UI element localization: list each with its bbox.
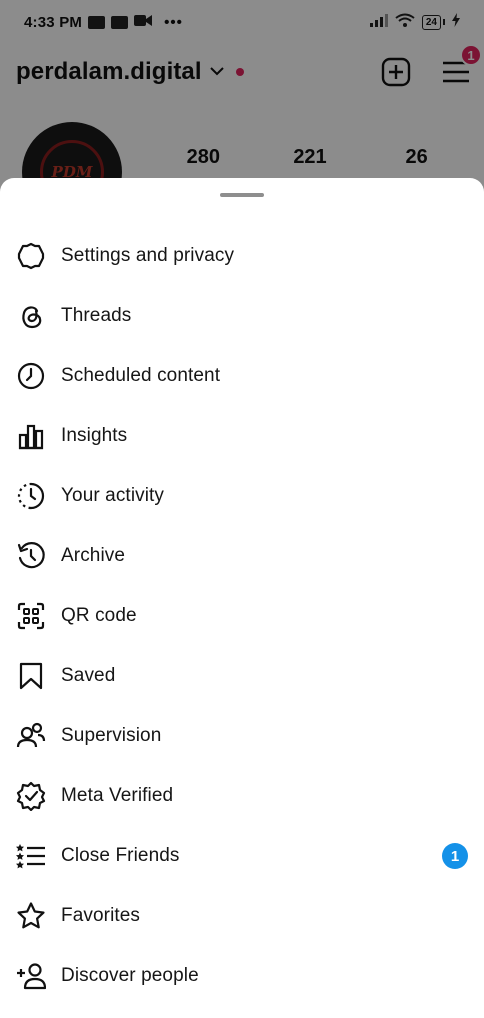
menu-item-label: QR code bbox=[61, 605, 137, 626]
clock-icon bbox=[16, 361, 46, 391]
menu-item-label: Supervision bbox=[61, 725, 162, 746]
menu-item-meta-verified[interactable]: Meta Verified bbox=[0, 766, 484, 826]
menu-item-label: Close Friends bbox=[61, 845, 180, 866]
bar-chart-icon bbox=[16, 421, 46, 451]
menu-item-label: Scheduled content bbox=[61, 365, 221, 386]
menu-item-label: Insights bbox=[61, 425, 128, 446]
menu-item-insights[interactable]: Insights bbox=[0, 406, 484, 466]
close-friends-count-badge: 1 bbox=[442, 843, 468, 869]
menu-list: Settings and privacy Threads Scheduled c… bbox=[0, 226, 484, 1006]
menu-item-label: Discover people bbox=[61, 965, 199, 986]
supervision-icon bbox=[16, 721, 46, 751]
bookmark-icon bbox=[16, 661, 46, 691]
menu-item-label: Meta Verified bbox=[61, 785, 174, 806]
menu-item-your-activity[interactable]: Your activity bbox=[0, 466, 484, 526]
menu-item-label: Threads bbox=[61, 305, 132, 326]
threads-icon bbox=[16, 301, 46, 331]
activity-icon bbox=[16, 481, 46, 511]
menu-item-favorites[interactable]: Favorites bbox=[0, 886, 484, 946]
menu-item-label: Archive bbox=[61, 545, 126, 566]
qr-code-icon bbox=[16, 601, 46, 631]
menu-item-label: Your activity bbox=[61, 485, 165, 506]
settings-icon bbox=[16, 241, 46, 271]
menu-item-archive[interactable]: Archive bbox=[0, 526, 484, 586]
menu-item-settings-and-privacy[interactable]: Settings and privacy bbox=[0, 226, 484, 286]
menu-item-scheduled-content[interactable]: Scheduled content bbox=[0, 346, 484, 406]
menu-item-saved[interactable]: Saved bbox=[0, 646, 484, 706]
star-icon bbox=[16, 901, 46, 931]
archive-icon bbox=[16, 541, 46, 571]
menu-item-discover-people[interactable]: Discover people bbox=[0, 946, 484, 1006]
close-friends-list-icon bbox=[16, 841, 46, 871]
menu-item-label: Saved bbox=[61, 665, 116, 686]
add-person-icon bbox=[16, 961, 46, 991]
menu-item-label: Favorites bbox=[61, 905, 141, 926]
drag-handle[interactable] bbox=[220, 193, 264, 197]
menu-item-supervision[interactable]: Supervision bbox=[0, 706, 484, 766]
verified-badge-icon bbox=[16, 781, 46, 811]
menu-item-close-friends[interactable]: Close Friends 1 bbox=[0, 826, 484, 886]
menu-item-qr-code[interactable]: QR code bbox=[0, 586, 484, 646]
menu-item-label: Settings and privacy bbox=[61, 245, 235, 266]
menu-item-threads[interactable]: Threads bbox=[0, 286, 484, 346]
menu-bottom-sheet: Settings and privacy Threads Scheduled c… bbox=[0, 178, 484, 1018]
